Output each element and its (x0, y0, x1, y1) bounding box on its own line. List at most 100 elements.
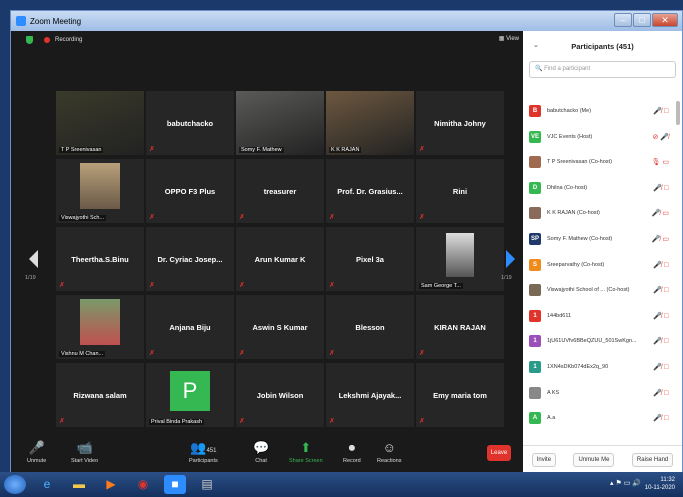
record-button[interactable]: ⏺ Record (343, 440, 361, 464)
share-screen-button[interactable]: ⬆ Share Screen (289, 440, 323, 464)
chat-button[interactable]: 💬 Chat (253, 440, 269, 464)
participants-icon: 👥451 (190, 440, 217, 455)
participant-tile[interactable]: Arun Kumar K ✗ (236, 227, 324, 291)
next-page-icon[interactable] (506, 250, 515, 268)
participant-tile[interactable]: OPPO F3 Plus ✗ (146, 159, 234, 223)
unmute-me-button[interactable]: Unmute Me (573, 452, 615, 467)
view-button[interactable]: ▦ View (499, 35, 519, 42)
muted-mic-icon: ✗ (419, 146, 425, 153)
participant-label: Viswajyothi Sch... (59, 215, 107, 221)
chevron-down-icon[interactable]: ⌄ (533, 41, 539, 49)
participant-row[interactable]: 1 1XN4sDKb074dEx2q_90 🎤̸ ⃠ (529, 357, 669, 377)
document-icon[interactable]: ▤ (196, 475, 218, 494)
search-placeholder: Find a participant (544, 66, 591, 72)
participant-name: Blesson (355, 322, 385, 332)
participant-label: Prival Binda Prakash (149, 419, 205, 425)
leave-button[interactable]: Leave (487, 445, 511, 461)
participant-name: K K RAJAN (Co-host) (547, 210, 600, 217)
participant-tile[interactable]: Prof. Dr. Grasius... ✗ (326, 159, 414, 223)
reactions-button[interactable]: ☺ Reactions (377, 440, 401, 464)
chrome-icon[interactable]: ◉ (132, 475, 154, 494)
participant-row[interactable]: SP Somy F. Mathew (Co-host) 🎤̸ ▭ (529, 229, 669, 249)
participant-tile[interactable]: Emy maria tom ✗ (416, 363, 504, 427)
muted-mic-icon: ✗ (149, 282, 155, 289)
participant-search-input[interactable]: 🔍 Find a participant (529, 61, 676, 78)
video-feed (56, 159, 144, 223)
invite-button[interactable]: Invite (531, 452, 557, 467)
zoom-taskbar-icon[interactable]: ■ (164, 475, 186, 494)
participant-row[interactable]: S Sreeparvathy (Co-host) 🎤̸ ⃠ (529, 255, 669, 275)
participant-name: Pixel 3a (356, 254, 384, 264)
participant-tile[interactable]: Aswin S Kumar ✗ (236, 295, 324, 359)
participant-row[interactable]: K K RAJAN (Co-host) 🎤̸ ▭ (529, 203, 669, 223)
participant-name: Arun Kumar K (254, 254, 306, 264)
participant-row[interactable]: 1 1jU61UVfv6BBeQZUU_501SwKgn... 🎤̸ ⃠ (529, 331, 669, 351)
internet-explorer-icon[interactable]: e (36, 475, 58, 494)
media-player-icon[interactable]: ▶ (100, 475, 122, 494)
muted-mic-icon: ✗ (239, 214, 245, 221)
participant-tile[interactable]: Theertha.S.Binu ✗ (56, 227, 144, 291)
participant-tile[interactable]: Blesson ✗ (326, 295, 414, 359)
participant-tile[interactable]: P Prival Binda Prakash (146, 363, 234, 427)
participants-button[interactable]: 👥451 Participants (189, 440, 218, 464)
participant-status-icons: 🎤̸ ⃠ (653, 389, 669, 397)
participant-tile[interactable]: Lekshmi Ajayak... ✗ (326, 363, 414, 427)
participant-tile[interactable]: Anjana Biju ✗ (146, 295, 234, 359)
participant-name: Aswin S Kumar (252, 322, 308, 332)
participant-row[interactable]: D Dhilna (Co-host) 🎤̸ ⃠ (529, 178, 669, 198)
maximize-button[interactable]: □ (633, 13, 651, 27)
muted-mic-icon: ✗ (239, 282, 245, 289)
start-video-button[interactable]: 📹 Start Video (71, 440, 98, 464)
participant-tile[interactable]: Sam George T... (416, 227, 504, 291)
security-shield-icon[interactable] (26, 36, 33, 44)
participant-tile[interactable]: Somy F. Mathew (236, 91, 324, 155)
profile-photo (446, 233, 474, 277)
panel-scrollbar[interactable] (676, 101, 680, 125)
avatar (529, 156, 541, 169)
participant-tile[interactable]: Rizwana salam ✗ (56, 363, 144, 427)
raise-hand-button[interactable]: Raise Hand (631, 452, 674, 467)
participant-row[interactable]: Bbabutchacko (Me) 🎤̸ ⃠ (529, 101, 669, 121)
participant-tile[interactable]: Viswajyothi Sch... (56, 159, 144, 223)
participant-tile[interactable]: Dr. Cyriac Josep... ✗ (146, 227, 234, 291)
profile-photo (80, 299, 120, 345)
participant-tile[interactable]: babutchacko ✗ (146, 91, 234, 155)
close-button[interactable]: ✕ (652, 13, 678, 27)
participant-status-icons: 🎤̸ ⃠ (653, 312, 669, 320)
participant-tile[interactable]: Jobin Wilson ✗ (236, 363, 324, 427)
file-explorer-icon[interactable]: ▬ (68, 475, 90, 494)
participant-tile[interactable]: K K RAJAN (326, 91, 414, 155)
chat-icon: 💬 (253, 440, 270, 455)
participant-row[interactable]: 1 144bd611 🎤̸ ⃠ (529, 306, 669, 326)
participant-tile[interactable]: T P Sreenivasan (56, 91, 144, 155)
participant-name: T P Sreenivasan (Co-host) (547, 159, 612, 166)
previous-page-icon[interactable] (29, 250, 38, 268)
participants-count: 451 (206, 448, 217, 454)
participant-tile[interactable]: Pixel 3a ✗ (326, 227, 414, 291)
view-label: View (506, 36, 519, 42)
clock-date: 10-11-2020 (644, 485, 675, 491)
avatar (529, 386, 541, 399)
window-title: Zoom Meeting (30, 16, 82, 26)
participant-tile[interactable]: Vishnu M Chan... (56, 295, 144, 359)
video-off-icon: 📹 (76, 440, 93, 455)
participant-status-icons: 🎤̸ ⃠ (653, 338, 669, 346)
system-tray-icons[interactable]: ▴ ⚑ ▭ 🔊 (610, 479, 641, 487)
participant-row[interactable]: Viswajyothi School of ... (Co-host) 🎤̸ ⃠ (529, 280, 669, 300)
muted-mic-icon: ✗ (239, 418, 245, 425)
participant-tile[interactable]: treasurer ✗ (236, 159, 324, 223)
muted-mic-icon: ✗ (419, 214, 425, 221)
participant-status-icons: 🎤̸ ⃠ (653, 364, 669, 371)
avatar: D (529, 181, 541, 194)
participant-row[interactable]: VE VJC Events (Host) ⊘ 🎤̸ (529, 127, 669, 147)
participant-tile[interactable]: Rini ✗ (416, 159, 504, 223)
participant-tile[interactable]: Nimitha Johny ✗ (416, 91, 504, 155)
participant-row[interactable]: A A.a 🎤̸ ⃠ (529, 408, 669, 428)
minimize-button[interactable]: – (614, 13, 632, 27)
participant-tile[interactable]: KIRAN RAJAN ✗ (416, 295, 504, 359)
participant-name: Theertha.S.Binu (71, 254, 129, 264)
unmute-button[interactable]: 🎤 Unmute (27, 440, 46, 464)
start-button[interactable] (4, 475, 26, 494)
participant-row[interactable]: A KS 🎤̸ ⃠ (529, 383, 669, 403)
participant-row[interactable]: T P Sreenivasan (Co-host) 🎙 ▭ (529, 152, 669, 172)
